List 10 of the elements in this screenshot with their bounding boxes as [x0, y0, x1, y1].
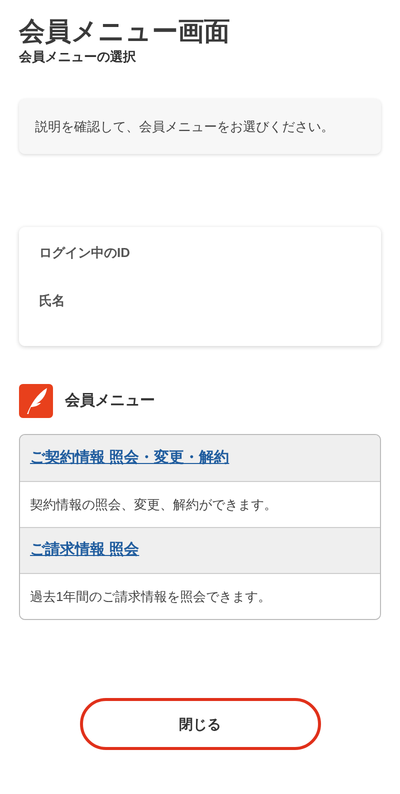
feather-icon [19, 384, 53, 418]
page-subtitle: 会員メニューの選択 [19, 48, 137, 66]
field-label: 氏名 [39, 292, 66, 310]
page-title: 会員メニュー画面 [19, 15, 231, 48]
notice-card: 説明を確認して、会員メニューをお選びください。 [19, 99, 381, 154]
close-button[interactable]: 閉じる [80, 698, 320, 750]
section-title: 会員メニュー [65, 390, 155, 411]
field-label: ログイン中のID [39, 244, 131, 262]
menu-link[interactable]: ご請求情報 照会 [30, 539, 140, 562]
menu-link[interactable]: ご契約情報 照会・変更・解約 [30, 446, 230, 470]
